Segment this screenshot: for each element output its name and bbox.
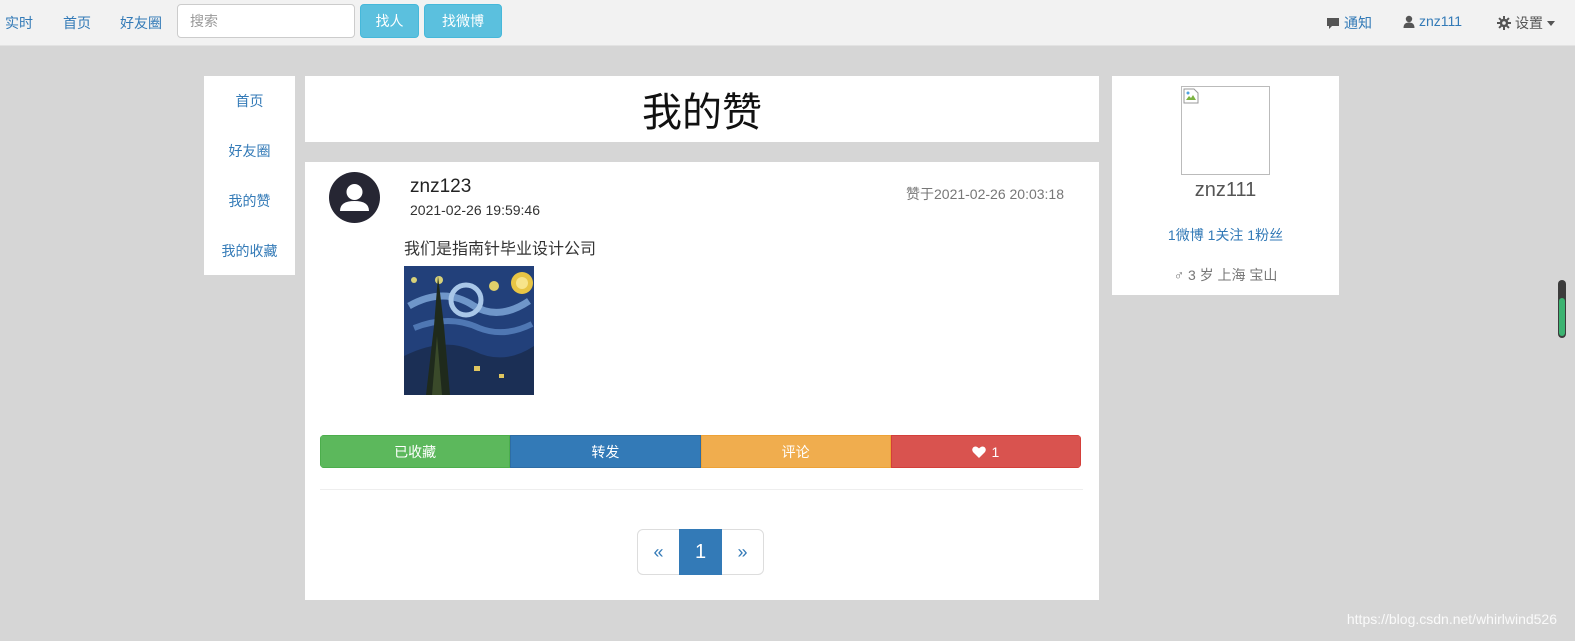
fans-count-link[interactable]: 1粉丝 bbox=[1247, 227, 1283, 243]
author-avatar[interactable] bbox=[329, 172, 380, 223]
collected-button[interactable]: 已收藏 bbox=[320, 435, 511, 468]
pagination-next[interactable]: » bbox=[721, 529, 764, 575]
gear-icon bbox=[1497, 16, 1511, 30]
post-divider bbox=[320, 489, 1083, 490]
profile-card: znz111 1微博 1关注 1粉丝 ♂ 3 岁 上海 宝山 bbox=[1112, 76, 1339, 295]
settings-dropdown[interactable]: 设置 bbox=[1497, 13, 1555, 33]
notify-link[interactable]: 通知 bbox=[1326, 13, 1372, 33]
post-time: 2021-02-26 19:59:46 bbox=[410, 202, 540, 218]
heart-icon bbox=[972, 446, 987, 458]
broken-image-icon bbox=[1183, 88, 1199, 104]
notify-label: 通知 bbox=[1344, 15, 1372, 31]
profile-stats: 1微博 1关注 1粉丝 bbox=[1112, 225, 1339, 245]
liked-at-time: 赞于2021-02-26 20:03:18 bbox=[906, 186, 1064, 202]
caret-down-icon bbox=[1547, 20, 1555, 26]
nav-link-realtime[interactable]: 实时 bbox=[5, 13, 33, 33]
post-text: 我们是指南针毕业设计公司 bbox=[404, 241, 597, 258]
pagination: « 1 » bbox=[637, 529, 764, 575]
profile-avatar[interactable] bbox=[1181, 86, 1270, 175]
page-title: 我的赞 bbox=[642, 91, 762, 135]
profile-info: ♂ 3 岁 上海 宝山 bbox=[1173, 267, 1278, 283]
nav-link-friends[interactable]: 好友圈 bbox=[120, 13, 162, 33]
menu-item-home[interactable]: 首页 bbox=[204, 76, 295, 126]
like-count: 1 bbox=[991, 443, 1000, 460]
like-button[interactable]: 1 bbox=[890, 435, 1081, 468]
weibo-count-link[interactable]: 1微博 bbox=[1168, 227, 1204, 243]
menu-item-my-likes[interactable]: 我的赞 bbox=[204, 176, 295, 226]
menu-item-friends[interactable]: 好友圈 bbox=[204, 126, 295, 176]
left-menu: 首页 好友圈 我的赞 我的收藏 bbox=[204, 76, 295, 275]
post-action-bar: 已收藏 转发 评论 1 bbox=[320, 435, 1081, 468]
follow-count-link[interactable]: 1关注 bbox=[1208, 227, 1244, 243]
search-input[interactable] bbox=[177, 4, 355, 38]
comment-button[interactable]: 评论 bbox=[700, 435, 891, 468]
forward-button[interactable]: 转发 bbox=[510, 435, 701, 468]
find-weibo-button[interactable]: 找微博 bbox=[424, 4, 502, 38]
user-avatar-icon bbox=[340, 184, 369, 211]
pagination-page-1[interactable]: 1 bbox=[679, 529, 722, 575]
post-image[interactable] bbox=[404, 266, 534, 395]
scrollbar-thumb[interactable] bbox=[1559, 298, 1565, 336]
top-navbar: 实时 首页 好友圈 找人 找微博 通知 znz111 设置 bbox=[0, 0, 1575, 46]
post-card: znz123 2021-02-26 19:59:46 赞于2021-02-26 … bbox=[305, 162, 1099, 600]
comment-icon bbox=[1327, 17, 1339, 29]
watermark: https://blog.csdn.net/whirlwind526 bbox=[1346, 611, 1557, 627]
settings-label: 设置 bbox=[1515, 15, 1543, 31]
pagination-prev[interactable]: « bbox=[637, 529, 680, 575]
title-panel: 我的赞 bbox=[305, 76, 1099, 142]
starry-night-image bbox=[404, 266, 534, 395]
menu-item-my-collections[interactable]: 我的收藏 bbox=[204, 226, 295, 276]
nav-link-home[interactable]: 首页 bbox=[63, 13, 91, 33]
username-label: znz111 bbox=[1419, 13, 1463, 29]
user-link[interactable]: znz111 bbox=[1403, 13, 1462, 29]
post-author[interactable]: znz123 bbox=[410, 176, 471, 198]
profile-name: znz111 bbox=[1194, 179, 1257, 201]
user-icon bbox=[1403, 15, 1415, 28]
find-people-button[interactable]: 找人 bbox=[360, 4, 419, 38]
